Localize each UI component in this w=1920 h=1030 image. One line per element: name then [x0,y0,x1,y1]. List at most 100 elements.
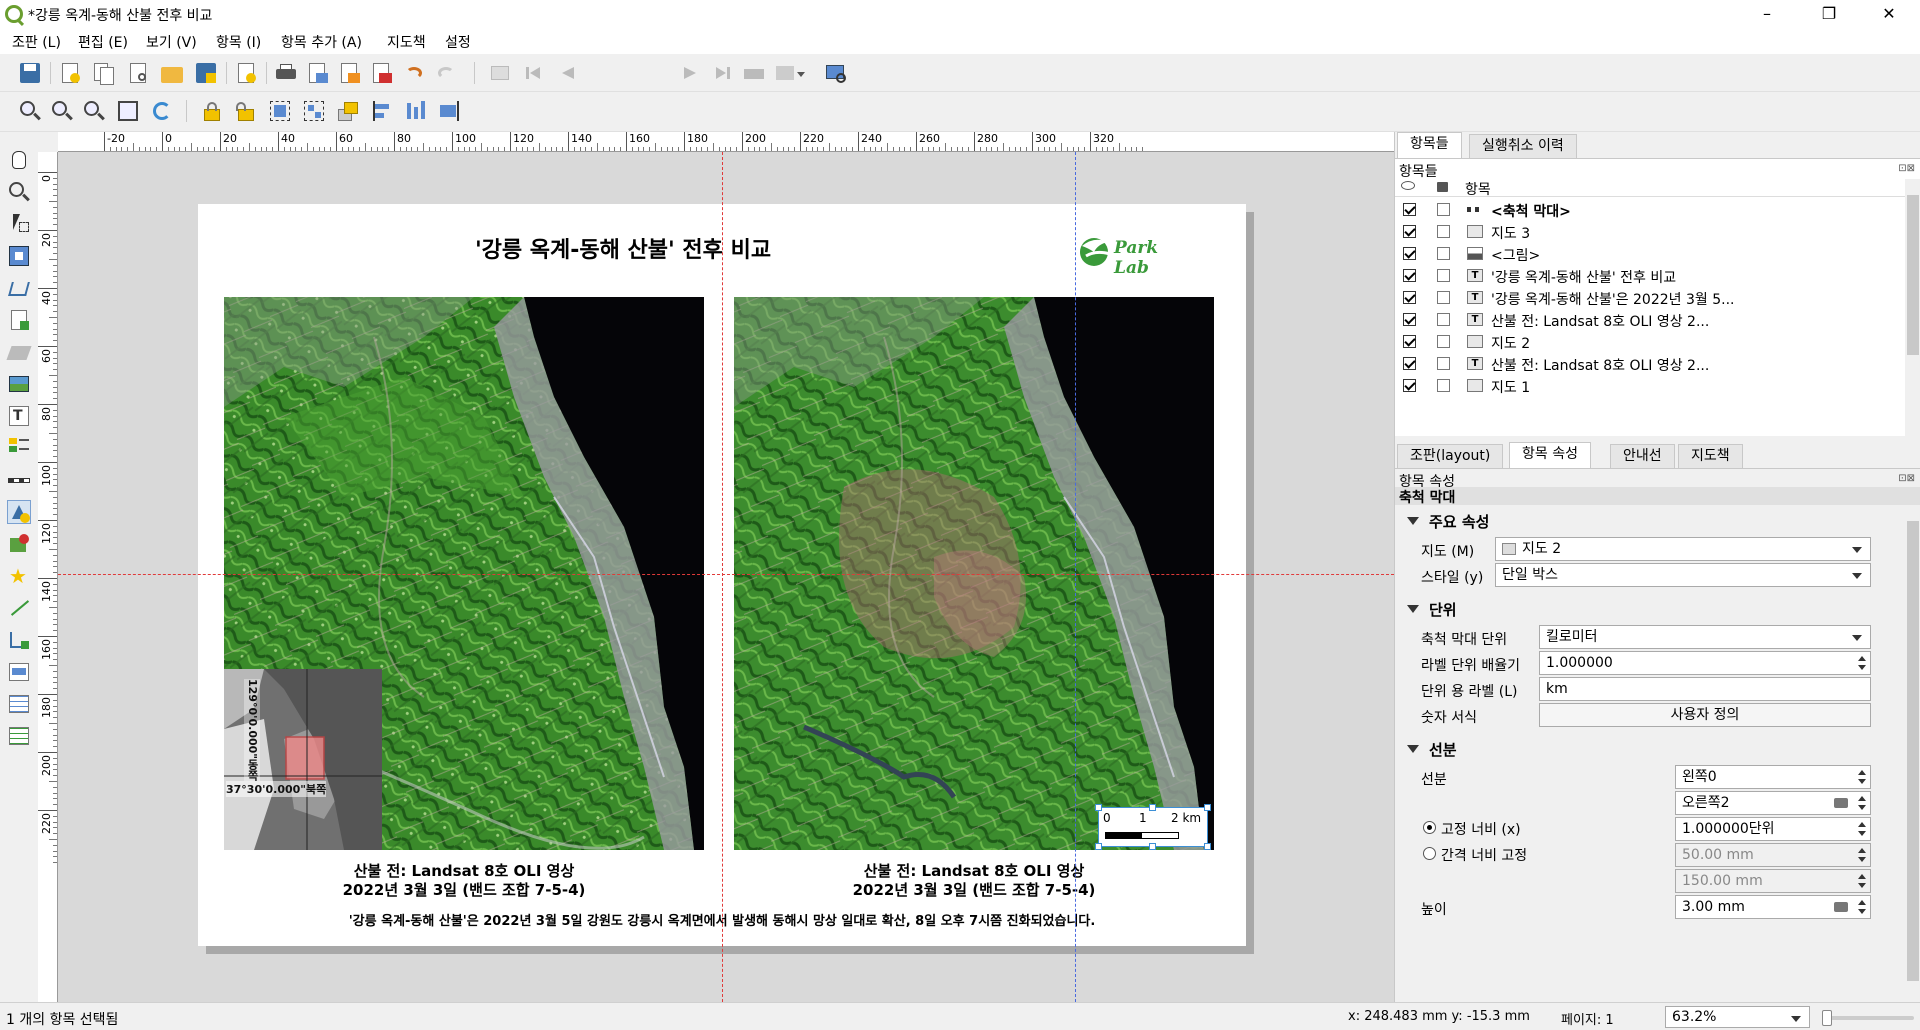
zoom-100-icon[interactable] [82,99,106,123]
add-3d-map-icon[interactable] [6,340,32,364]
menu-items[interactable]: 항목 (I) [216,32,261,52]
tab-item-properties[interactable]: 항목 속성 [1509,442,1591,468]
item-lock-checkbox[interactable] [1437,225,1450,238]
item-row[interactable]: 지도 2 [1395,331,1903,353]
properties-close-icon[interactable]: ⊡⊠ [1898,473,1915,484]
zoom-tool-icon[interactable] [7,180,31,204]
clear-icon[interactable] [1834,798,1848,808]
multiplier-spinbox[interactable]: 1.000000 [1539,651,1871,675]
export-svg-icon[interactable] [338,61,362,85]
scalebar[interactable]: 0 1 2 km [1095,804,1211,850]
item-visibility-checkbox[interactable] [1403,379,1416,392]
edit-nodes-icon[interactable] [7,276,31,300]
export-pdf-icon[interactable] [370,61,394,85]
guide-vertical-red[interactable] [722,152,723,1002]
align-items-icon[interactable] [370,99,394,123]
tab-layout[interactable]: 조판(layout) [1397,444,1504,468]
section-units[interactable]: 단위 [1407,599,1457,620]
right-segments-spinbox[interactable]: 오른쪽2 [1675,791,1871,815]
layout-title[interactable]: '강릉 옥계-동해 산불' 전후 비교 [198,232,1048,264]
zoom-slider-handle[interactable] [1822,1010,1832,1026]
move-content-icon[interactable] [7,244,31,268]
maximize-button[interactable]: ❐ [1806,0,1852,28]
distribute-items-icon[interactable] [404,99,428,123]
add-legend-icon[interactable] [7,436,31,460]
tab-guides[interactable]: 안내선 [1610,444,1675,468]
zoom-combo[interactable]: 63.2% [1665,1006,1810,1028]
zoom-full-icon[interactable] [116,99,140,123]
add-fixed-table-icon[interactable] [7,724,31,748]
atlas-preview-icon[interactable] [488,61,512,85]
atlas-settings-icon[interactable] [824,61,848,85]
item-row[interactable]: 지도 3 [1395,221,1903,243]
fit-width-radio[interactable] [1423,847,1436,860]
height-spinbox[interactable]: 3.00 mm [1675,895,1871,919]
item-row[interactable]: <그림> [1395,243,1903,265]
menu-layout[interactable]: 조판 (L) [12,32,61,52]
inset-map[interactable]: 129°0'0.000"동쪽 37°30'0.000"북쪽 [224,669,382,850]
zoom-in-icon[interactable] [18,99,42,123]
previous-feature-icon[interactable] [556,61,580,85]
item-visibility-checkbox[interactable] [1403,269,1416,282]
add-picture-icon[interactable] [7,372,31,396]
section-main-properties[interactable]: 주요 속성 [1406,511,1489,532]
select-move-icon[interactable] [7,212,31,236]
add-arrow-icon[interactable] [7,596,31,620]
ungroup-items-icon[interactable] [302,99,326,123]
item-lock-checkbox[interactable] [1437,357,1450,370]
item-lock-checkbox[interactable] [1437,203,1450,216]
add-label-icon[interactable]: T [7,404,31,428]
item-lock-checkbox[interactable] [1437,313,1450,326]
item-visibility-checkbox[interactable] [1403,335,1416,348]
map-2-caption[interactable]: 산불 전: Landsat 8호 OLI 영상 2022년 3월 3일 (밴드 … [734,862,1214,900]
item-row[interactable]: T 산불 전: Landsat 8호 OLI 영상 2... [1395,309,1903,331]
menu-edit[interactable]: 편집 (E) [78,32,128,52]
item-visibility-checkbox[interactable] [1403,225,1416,238]
add-scalebar-icon[interactable] [7,468,31,492]
add-marker-icon[interactable] [7,532,31,556]
fit-min-spinbox[interactable]: 50.00 mm [1675,843,1871,867]
duplicate-layout-icon[interactable] [92,61,116,85]
guide-vertical-blue[interactable] [1075,152,1076,1002]
fixed-width-radio[interactable] [1423,821,1436,834]
layout-manager-icon[interactable] [126,61,150,85]
panel-close-icon[interactable]: ⊡⊠ [1898,163,1915,174]
layout-canvas[interactable]: '강릉 옥계-동해 산불' 전후 비교 Park Lab 129°0'0.000… [58,152,1394,1002]
item-lock-checkbox[interactable] [1437,269,1450,282]
add-star-icon[interactable]: ★ [7,564,31,588]
unlock-items-icon[interactable] [234,99,258,123]
print-icon[interactable] [274,61,298,85]
menu-add-item[interactable]: 항목 추가 (A) [281,32,362,52]
export-atlas-icon[interactable] [774,61,805,85]
fixed-width-spinbox[interactable]: 1.000000단위 [1675,817,1871,841]
menu-settings[interactable]: 설정 [445,32,471,52]
add-shape-icon[interactable] [7,500,31,524]
tab-items[interactable]: 항목들 [1397,132,1462,158]
tab-atlas[interactable]: 지도책 [1678,444,1743,468]
last-feature-icon[interactable] [710,61,734,85]
map-1-caption[interactable]: 산불 전: Landsat 8호 OLI 영상 2022년 3월 3일 (밴드 … [224,862,704,900]
unit-text-input[interactable]: km [1539,677,1871,701]
add-node-item-icon[interactable] [7,628,31,652]
section-segments[interactable]: 선분 [1407,739,1457,760]
item-row[interactable]: <축척 막대> [1395,199,1903,221]
map-combo[interactable]: 지도 2 [1495,537,1871,561]
menu-view[interactable]: 보기 (V) [146,32,197,52]
left-segments-spinbox[interactable]: 왼쪽0 [1675,765,1871,789]
print-atlas-icon[interactable] [742,61,766,85]
item-row[interactable]: 지도 1 [1395,375,1903,397]
resize-items-icon[interactable] [438,99,462,123]
style-combo[interactable]: 단일 박스 [1495,563,1871,587]
properties-scrollbar[interactable] [1905,505,1920,1002]
clear-icon[interactable] [1834,902,1848,912]
refresh-icon[interactable] [150,99,174,123]
undo-icon[interactable] [402,61,426,85]
item-visibility-checkbox[interactable] [1403,357,1416,370]
guide-horizontal-red[interactable] [58,574,1394,575]
minimize-button[interactable]: – [1744,0,1790,28]
custom-format-button[interactable]: 사용자 정의 [1539,703,1871,727]
item-visibility-checkbox[interactable] [1403,203,1416,216]
new-layout-icon[interactable] [58,61,82,85]
page-icon[interactable] [234,61,258,85]
item-lock-checkbox[interactable] [1437,335,1450,348]
